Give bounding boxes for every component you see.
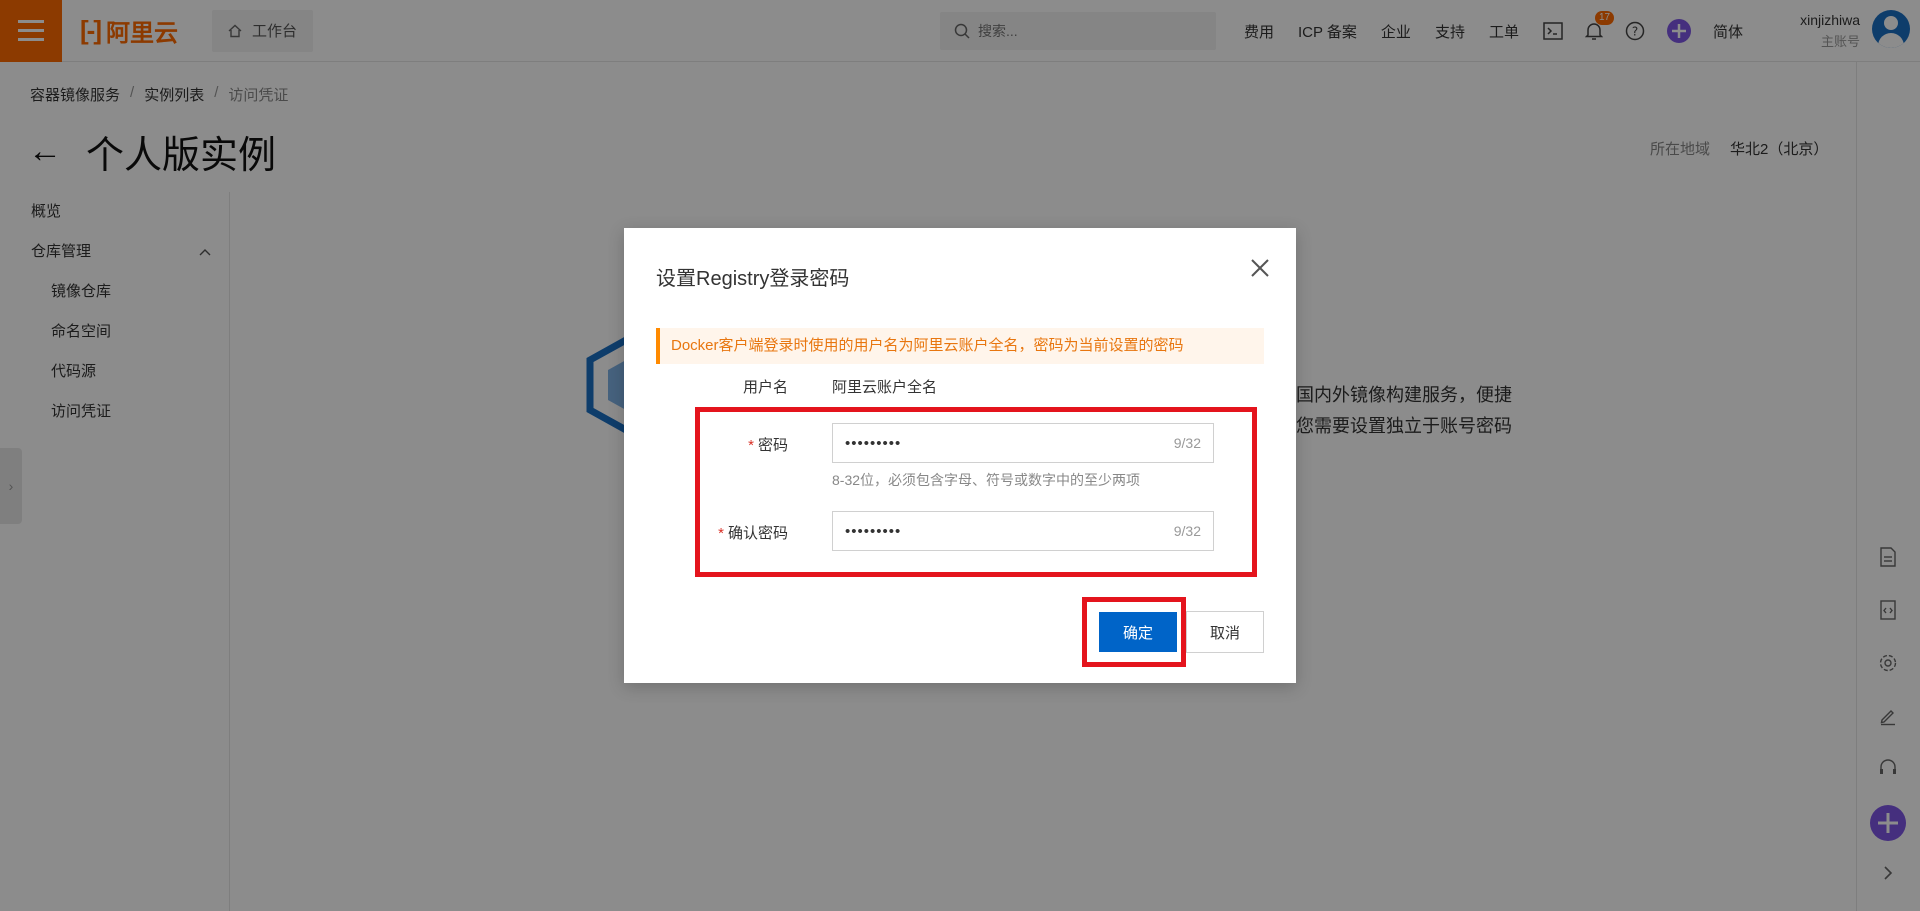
username-label: 用户名 [742,379,788,396]
set-password-dialog: 设置Registry登录密码 Docker客户端登录时使用的用户名为阿里云账户全… [624,228,1296,683]
info-alert: Docker客户端登录时使用的用户名为阿里云账户全名，密码为当前设置的密码 [656,328,1264,364]
close-button[interactable] [1244,252,1276,284]
username-value: 阿里云账户全名 [832,379,938,396]
dialog-title: 设置Registry登录密码 [656,268,850,290]
close-icon [1251,259,1269,277]
highlight-password-fields [695,407,1257,577]
cancel-button[interactable]: 取消 [1186,611,1264,653]
highlight-confirm-button [1082,597,1186,667]
